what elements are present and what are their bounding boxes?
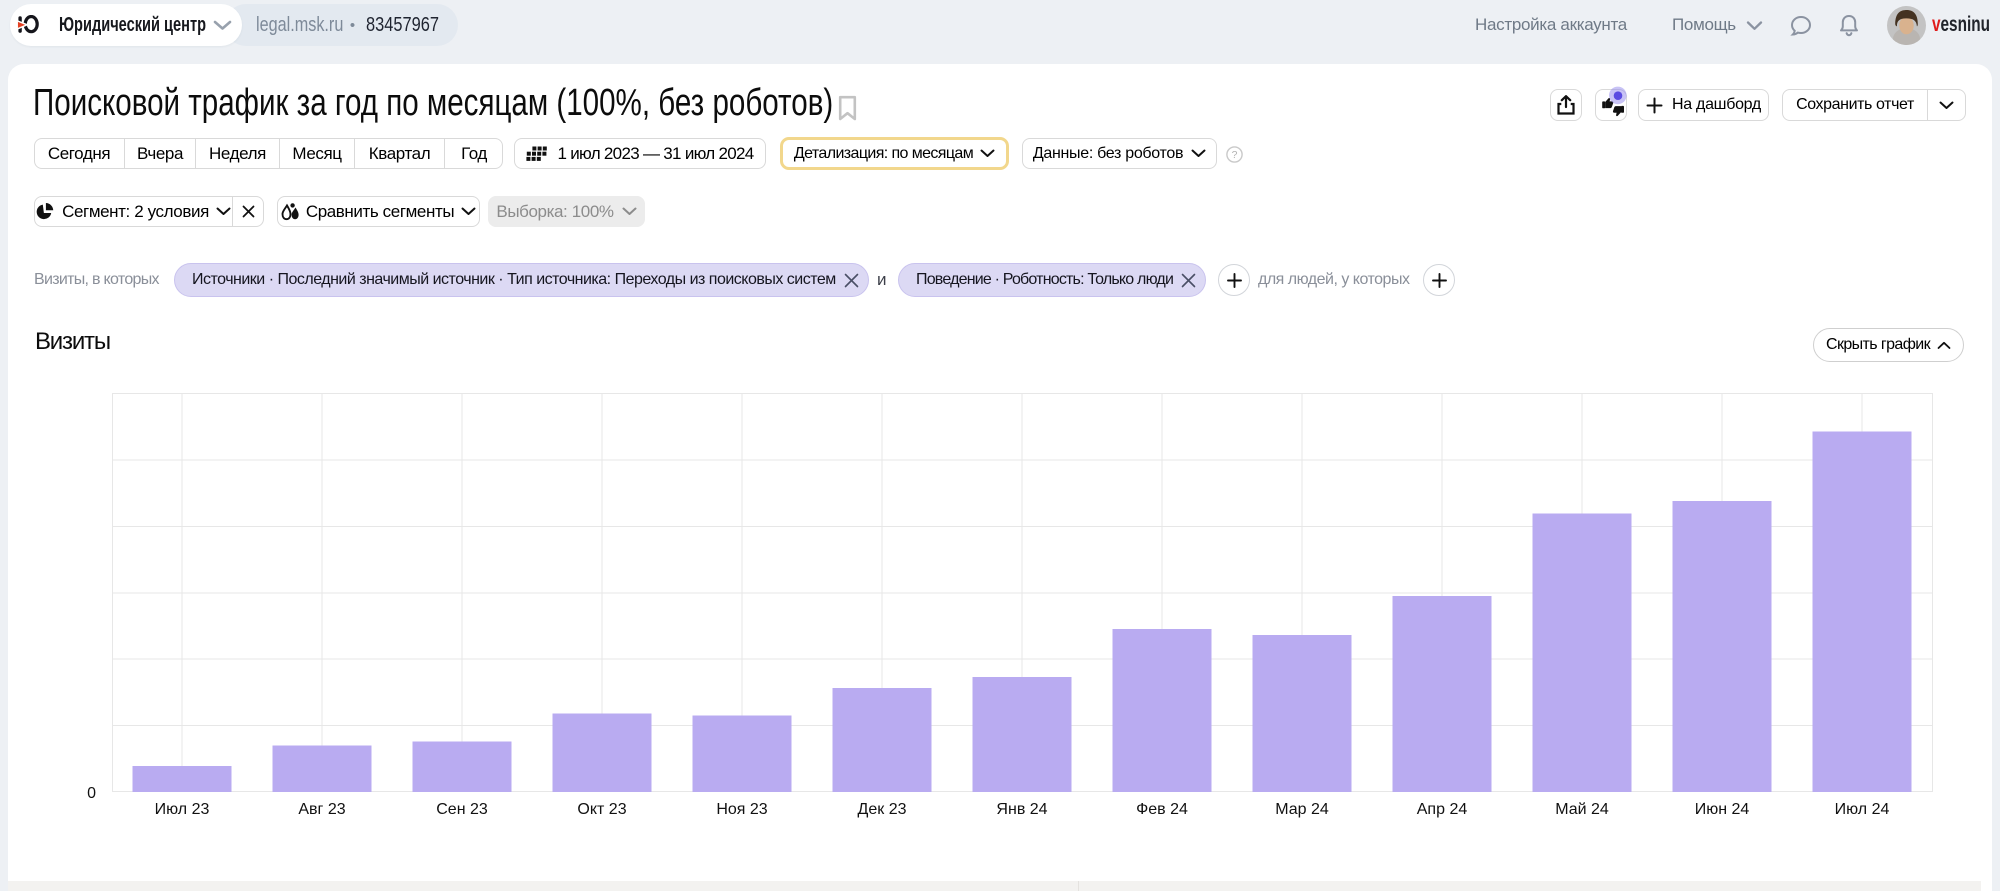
svg-text:?: ? <box>1232 149 1238 161</box>
